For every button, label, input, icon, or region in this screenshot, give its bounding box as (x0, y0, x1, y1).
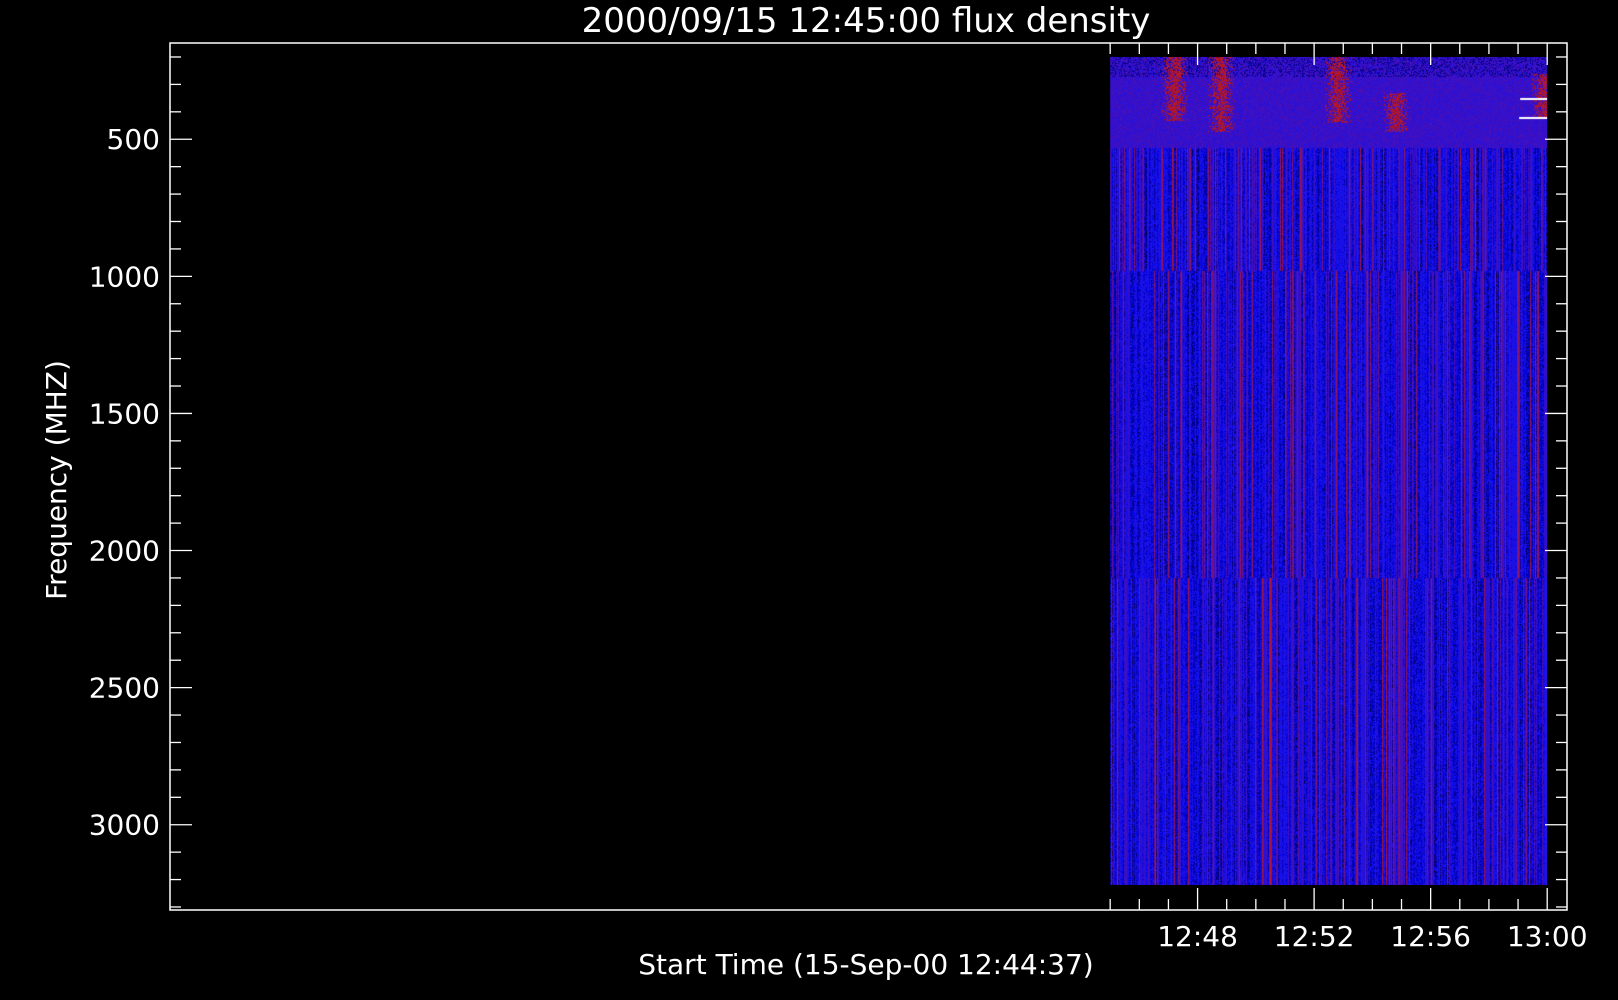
x-axis-label: Start Time (15-Sep-00 12:44:37) (638, 948, 1093, 981)
y-tick-label: 500 (107, 123, 160, 156)
y-tick-label: 1000 (89, 260, 160, 293)
x-tick-label: 12:56 (1390, 920, 1471, 953)
y-tick-label: 2500 (89, 672, 160, 705)
x-tick-label: 12:52 (1274, 920, 1355, 953)
x-tick-label: 12:48 (1157, 920, 1238, 953)
y-tick-label: 3000 (89, 809, 160, 842)
y-axis-label: Frequency (MHZ) (40, 360, 73, 600)
y-tick-label: 1500 (89, 397, 160, 430)
spectrogram-chart: 2000/09/15 12:45:00 flux density 12:48 12… (0, 0, 1618, 1000)
x-tick-label: 13:00 (1507, 920, 1588, 953)
heatmap-image (1110, 56, 1548, 885)
y-tick-label: 2000 (89, 535, 160, 568)
chart-title: 2000/09/15 12:45:00 flux density (582, 1, 1151, 41)
heatmap-raster (1110, 56, 1548, 885)
